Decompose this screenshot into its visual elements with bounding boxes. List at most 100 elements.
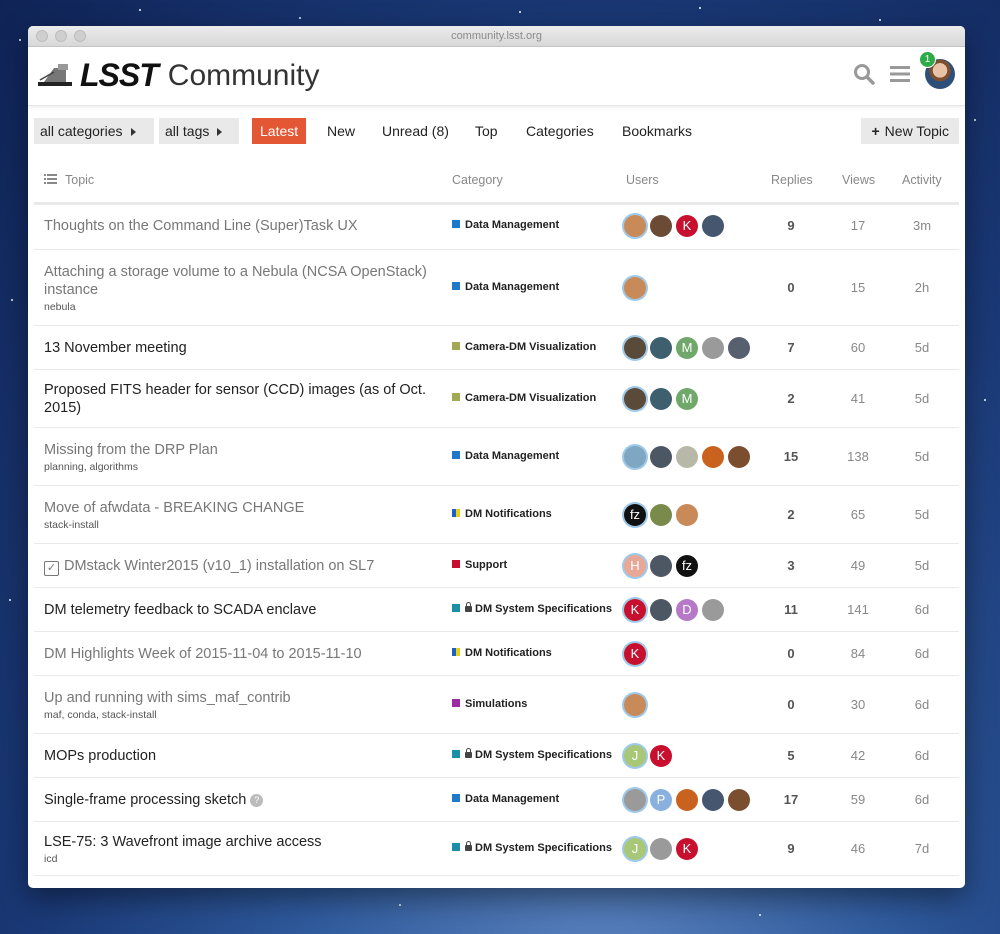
user-avatar[interactable]: [624, 694, 646, 716]
replies-count[interactable]: 9: [771, 841, 811, 856]
user-avatar[interactable]: [624, 789, 646, 811]
notification-badge[interactable]: 1: [919, 51, 936, 68]
activity-time[interactable]: 5d: [902, 391, 942, 406]
address-url[interactable]: community.lsst.org: [28, 26, 965, 46]
topic-tags[interactable]: stack-install: [44, 519, 439, 532]
user-avatar[interactable]: [624, 277, 646, 299]
user-avatar[interactable]: [676, 504, 698, 526]
user-avatar[interactable]: [728, 789, 750, 811]
user-avatar[interactable]: P: [650, 789, 672, 811]
activity-time[interactable]: 2h: [902, 280, 942, 295]
topic-link[interactable]: Attaching a storage volume to a Nebula (…: [44, 264, 427, 298]
topic-link[interactable]: LSE-75: 3 Wavefront image archive access: [44, 834, 322, 850]
replies-count[interactable]: 5: [771, 748, 811, 763]
user-avatar[interactable]: K: [624, 643, 646, 665]
user-avatar[interactable]: J: [624, 745, 646, 767]
user-avatar[interactable]: K: [676, 838, 698, 860]
replies-count[interactable]: 0: [771, 646, 811, 661]
category-badge[interactable]: DM Notifications: [452, 508, 552, 520]
user-avatar[interactable]: [624, 388, 646, 410]
tab-latest[interactable]: Latest: [252, 118, 307, 144]
activity-time[interactable]: 6d: [902, 646, 942, 661]
topic-link[interactable]: Proposed FITS header for sensor (CCD) im…: [44, 382, 426, 416]
current-user-avatar[interactable]: 1: [919, 51, 955, 89]
category-badge[interactable]: Support: [452, 559, 507, 571]
topic-link[interactable]: 13 November meeting: [44, 340, 187, 356]
user-avatar[interactable]: [650, 555, 672, 577]
column-topic[interactable]: Topic: [65, 172, 94, 188]
topic-link[interactable]: Move of afwdata - BREAKING CHANGE: [44, 500, 304, 516]
search-icon[interactable]: [853, 63, 875, 85]
category-badge[interactable]: Data Management: [452, 450, 559, 462]
activity-time[interactable]: 3m: [902, 218, 942, 233]
tab-new[interactable]: New: [319, 118, 363, 144]
activity-time[interactable]: 5d: [902, 558, 942, 573]
user-avatar[interactable]: fz: [676, 555, 698, 577]
new-topic-button[interactable]: + New Topic: [861, 118, 959, 144]
user-avatar[interactable]: fz: [624, 504, 646, 526]
user-avatar[interactable]: [624, 337, 646, 359]
category-badge[interactable]: Simulations: [452, 698, 527, 710]
replies-count[interactable]: 2: [771, 507, 811, 522]
activity-time[interactable]: 6d: [902, 697, 942, 712]
topic-link[interactable]: MOPs production: [44, 748, 156, 764]
category-badge[interactable]: DM System Specifications: [452, 748, 612, 761]
user-avatar[interactable]: [676, 789, 698, 811]
zoom-window-button[interactable]: [74, 30, 86, 42]
topic-link[interactable]: DM Highlights Week of 2015-11-04 to 2015…: [44, 646, 362, 662]
user-avatar[interactable]: [702, 789, 724, 811]
topic-link[interactable]: Missing from the DRP Plan: [44, 442, 218, 458]
activity-time[interactable]: 6d: [902, 602, 942, 617]
user-avatar[interactable]: [676, 446, 698, 468]
topic-link[interactable]: DM telemetry feedback to SCADA enclave: [44, 602, 316, 618]
user-avatar[interactable]: M: [676, 337, 698, 359]
category-badge[interactable]: DM System Specifications: [452, 602, 612, 615]
replies-count[interactable]: 0: [771, 280, 811, 295]
user-avatar[interactable]: [650, 337, 672, 359]
activity-time[interactable]: 5d: [902, 507, 942, 522]
tab-bookmarks[interactable]: Bookmarks: [614, 118, 700, 144]
category-badge[interactable]: Data Management: [452, 281, 559, 293]
user-avatar[interactable]: [702, 215, 724, 237]
category-badge[interactable]: Camera-DM Visualization: [452, 392, 596, 404]
category-badge[interactable]: Data Management: [452, 793, 559, 805]
replies-count[interactable]: 15: [771, 449, 811, 464]
site-logo[interactable]: LSST Community: [36, 57, 319, 94]
replies-count[interactable]: 7: [771, 340, 811, 355]
category-badge[interactable]: Data Management: [452, 219, 559, 231]
replies-count[interactable]: 17: [771, 792, 811, 807]
user-avatar[interactable]: [650, 599, 672, 621]
user-avatar[interactable]: [624, 446, 646, 468]
tab-top[interactable]: Top: [467, 118, 506, 144]
user-avatar[interactable]: K: [676, 215, 698, 237]
column-views[interactable]: Views: [842, 172, 875, 188]
topic-tags[interactable]: maf, conda, stack-install: [44, 709, 439, 722]
replies-count[interactable]: 11: [771, 602, 811, 617]
minimize-window-button[interactable]: [55, 30, 67, 42]
activity-time[interactable]: 5d: [902, 449, 942, 464]
user-avatar[interactable]: [650, 215, 672, 237]
column-replies[interactable]: Replies: [771, 172, 813, 188]
user-avatar[interactable]: J: [624, 838, 646, 860]
category-badge[interactable]: DM System Specifications: [452, 841, 612, 854]
list-icon[interactable]: [44, 173, 57, 185]
user-avatar[interactable]: [728, 337, 750, 359]
replies-count[interactable]: 0: [771, 697, 811, 712]
topic-tags[interactable]: icd: [44, 853, 439, 866]
user-avatar[interactable]: D: [676, 599, 698, 621]
hamburger-menu-icon[interactable]: [889, 63, 911, 85]
close-window-button[interactable]: [36, 30, 48, 42]
tags-dropdown[interactable]: all tags: [159, 118, 239, 144]
tab-categories[interactable]: Categories: [518, 118, 602, 144]
user-avatar[interactable]: [650, 504, 672, 526]
user-avatar[interactable]: M: [676, 388, 698, 410]
replies-count[interactable]: 9: [771, 218, 811, 233]
user-avatar[interactable]: [650, 838, 672, 860]
activity-time[interactable]: 7d: [902, 841, 942, 856]
user-avatar[interactable]: [702, 337, 724, 359]
topic-link[interactable]: Single-frame processing sketch: [44, 792, 246, 808]
column-activity[interactable]: Activity: [902, 172, 942, 188]
user-avatar[interactable]: [624, 215, 646, 237]
topic-tags[interactable]: nebula: [44, 301, 439, 314]
activity-time[interactable]: 6d: [902, 748, 942, 763]
